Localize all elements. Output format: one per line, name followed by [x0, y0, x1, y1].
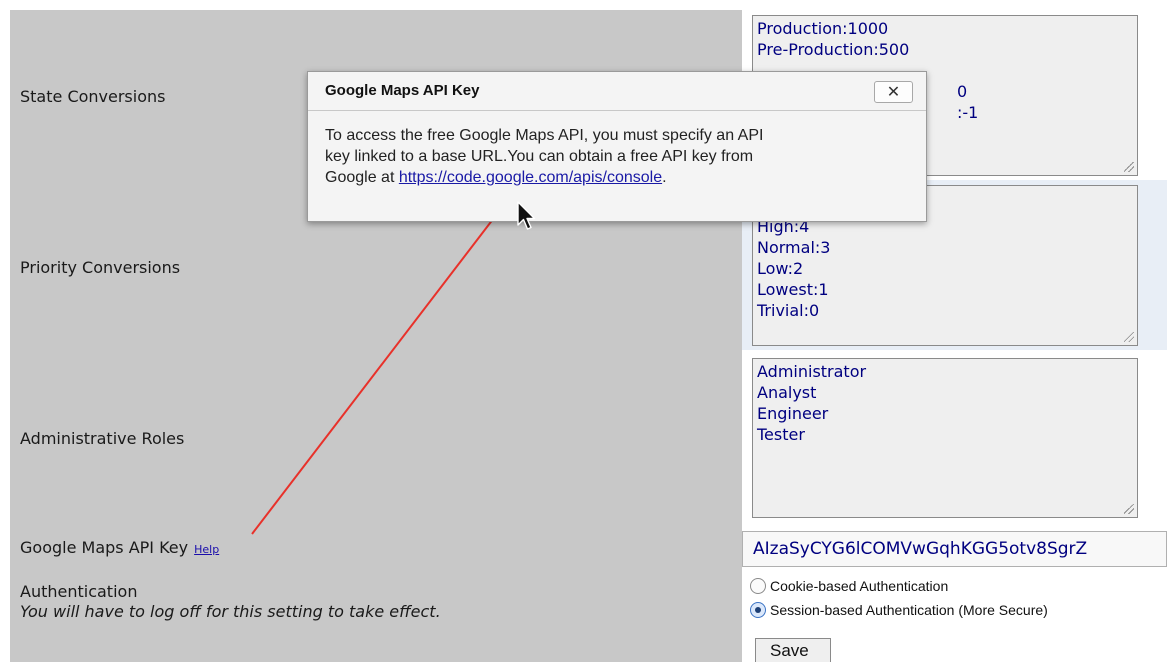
administrative-roles-label: Administrative Roles	[20, 429, 185, 448]
resize-grip-icon[interactable]	[1124, 332, 1134, 342]
api-key-input[interactable]: AIzaSyCYG6lCOMVwGqhKGG5otv8SgrZ	[742, 531, 1167, 567]
priority-conversions-label: Priority Conversions	[20, 258, 181, 277]
role-line: Engineer	[757, 404, 829, 423]
state-line: Pre-Production:500	[757, 40, 910, 59]
radio-session-auth[interactable]: Session-based Authentication (More Secur…	[750, 602, 1048, 618]
authentication-note: You will have to log off for this settin…	[20, 602, 441, 621]
dialog-text-prefix: Google at	[325, 169, 399, 186]
close-icon: ✕	[886, 84, 901, 101]
radio-button-selected[interactable]	[750, 602, 766, 618]
api-console-link[interactable]: https://code.google.com/apis/console	[399, 169, 662, 186]
help-dialog: Google Maps API Key ✕ To access the free…	[307, 71, 927, 222]
dialog-text-line: key linked to a base URL.You can obtain …	[325, 148, 754, 165]
radio-cookie-auth[interactable]: Cookie-based Authentication	[750, 578, 948, 594]
dialog-text-suffix: .	[662, 169, 667, 186]
save-button[interactable]: Save	[755, 638, 831, 662]
role-line: Tester	[757, 425, 805, 444]
role-line: Analyst	[757, 383, 817, 402]
resize-grip-icon[interactable]	[1124, 504, 1134, 514]
priority-line: Lowest:1	[757, 280, 829, 299]
resize-grip-icon[interactable]	[1124, 162, 1134, 172]
dialog-body: To access the free Google Maps API, you …	[308, 111, 926, 188]
radio-label: Cookie-based Authentication	[770, 578, 949, 594]
administrative-roles-textarea[interactable]: Administrator Analyst Engineer Tester	[752, 358, 1138, 518]
authentication-label: Authentication	[20, 582, 138, 601]
dialog-text-line: To access the free Google Maps API, you …	[325, 127, 764, 144]
radio-label: Session-based Authentication (More Secur…	[770, 602, 1048, 618]
role-line: Administrator	[757, 362, 867, 381]
mouse-pointer-icon	[517, 201, 536, 230]
priority-line: Low:2	[757, 259, 804, 278]
google-maps-api-key-text: Google Maps API Key	[20, 538, 189, 557]
priority-line: Normal:3	[757, 238, 831, 257]
priority-line: Trivial:0	[757, 301, 820, 320]
close-button[interactable]: ✕	[874, 81, 913, 103]
google-maps-api-key-label: Google Maps API Key Help	[20, 538, 219, 557]
radio-button[interactable]	[750, 578, 766, 594]
state-conversions-label: State Conversions	[20, 87, 166, 106]
dialog-title: Google Maps API Key	[325, 82, 480, 99]
dialog-header: Google Maps API Key ✕	[308, 72, 926, 111]
help-link[interactable]: Help	[194, 543, 219, 556]
state-line: Production:1000	[757, 19, 889, 38]
